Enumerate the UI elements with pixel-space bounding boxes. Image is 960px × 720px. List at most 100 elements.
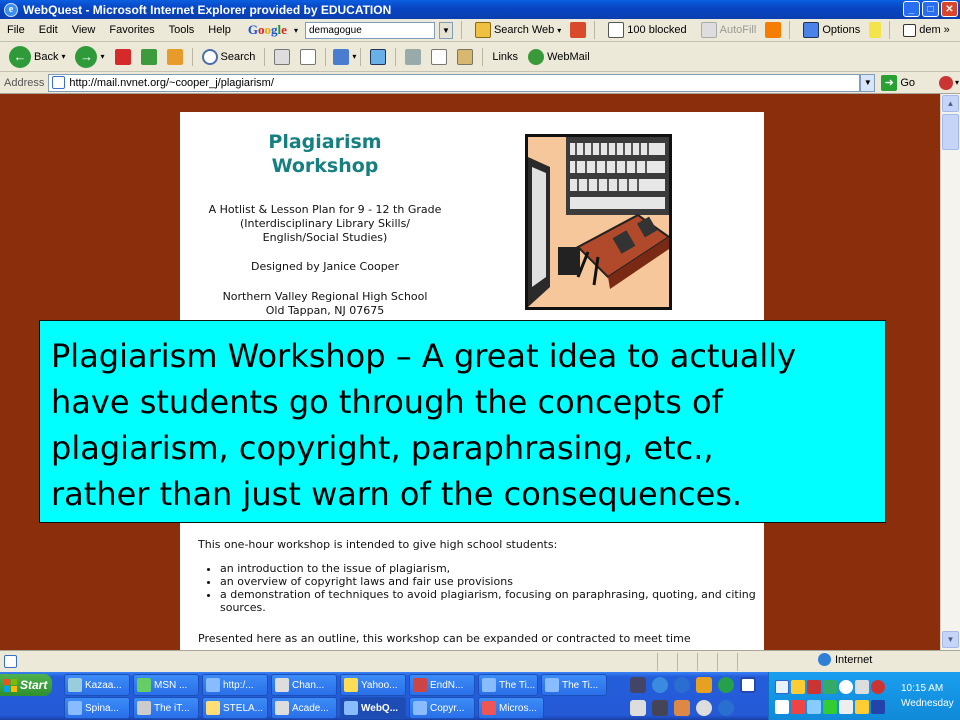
menu-tools[interactable]: Tools	[162, 24, 202, 36]
tray-icon[interactable]	[823, 680, 837, 694]
taskbar-item-micros[interactable]: Micros...	[478, 697, 544, 719]
taskbar-item-the-times-2[interactable]: The Ti...	[541, 674, 607, 696]
caption-line: Plagiarism Workshop – A great idea to ac…	[51, 337, 797, 375]
autofill-button[interactable]: AutoFill	[696, 22, 762, 38]
clock-time: 10:15 AM	[901, 683, 944, 694]
quick-launch-icon[interactable]	[718, 677, 734, 693]
tray-icon[interactable]	[823, 700, 837, 714]
toolbar-overflow-icon[interactable]: »	[944, 24, 950, 36]
quick-launch-icon[interactable]	[696, 700, 712, 716]
tray-icon[interactable]	[791, 700, 805, 714]
quick-launch-icon[interactable]	[674, 677, 690, 693]
go-button[interactable]: ➜ Go	[881, 74, 915, 91]
vertical-scrollbar[interactable]: ▲ ▼	[940, 94, 960, 650]
taskbar-item-msn[interactable]: MSN ...	[133, 674, 199, 696]
menu-help[interactable]: Help	[201, 24, 238, 36]
taskbar-item-stela[interactable]: STELA...	[202, 697, 268, 719]
copy-icon[interactable]	[431, 48, 448, 65]
quick-launch-icon[interactable]	[630, 677, 646, 693]
quick-launch-icon[interactable]	[718, 700, 734, 716]
google-logo[interactable]: Google	[248, 22, 287, 38]
links-label: Links	[492, 50, 519, 63]
quick-launch-icon[interactable]	[630, 700, 646, 716]
quick-launch-icon[interactable]	[674, 700, 690, 716]
webmail-link[interactable]: WebMail	[523, 48, 595, 65]
page-outro: Presented here as an outline, this works…	[198, 632, 691, 645]
menu-file[interactable]: File	[0, 24, 32, 36]
tray-icon[interactable]	[807, 700, 821, 714]
menu-favorites[interactable]: Favorites	[102, 24, 161, 36]
window-icon[interactable]	[370, 48, 387, 65]
taskbar-item-copyright[interactable]: Copyr...	[409, 697, 475, 719]
taskbar-item-yahoo[interactable]: Yahoo...	[340, 674, 406, 696]
quick-launch-icon[interactable]	[652, 677, 668, 693]
address-dropdown-icon[interactable]: ▼	[860, 73, 876, 92]
chevron-down-icon[interactable]: ▾	[352, 52, 356, 61]
clock[interactable]: 10:15 AM Wednesday	[901, 681, 954, 711]
blogger-icon[interactable]	[765, 22, 782, 38]
print-preview-icon[interactable]	[300, 48, 317, 65]
taskbar-item-kazaa[interactable]: Kazaa...	[64, 674, 130, 696]
menu-edit[interactable]: Edit	[32, 24, 65, 36]
links-button[interactable]: Links	[487, 51, 523, 63]
search-button[interactable]: Search	[197, 48, 261, 65]
google-menu-arrow-icon[interactable]: ▾	[291, 22, 301, 39]
highlighter-icon[interactable]	[869, 22, 882, 38]
tray-icon[interactable]	[871, 680, 885, 694]
tray-icon[interactable]	[855, 680, 869, 694]
autofill-label: AutoFill	[719, 24, 757, 36]
close-button[interactable]: ✕	[941, 1, 958, 17]
scrollbar-thumb[interactable]	[942, 114, 959, 150]
taskbar-item-endnote[interactable]: EndN...	[409, 674, 475, 696]
stop-icon[interactable]	[114, 48, 131, 65]
school-line: Northern Valley Regional High School	[222, 290, 428, 303]
quick-launch-icon[interactable]	[652, 700, 668, 716]
taskbar-item-http[interactable]: http:/...	[202, 674, 268, 696]
taskbar-item-chan[interactable]: Chan...	[271, 674, 337, 696]
edit-icon[interactable]	[333, 48, 350, 65]
page-title: Plagiarism Workshop	[180, 130, 470, 178]
taskbar-item-the-it[interactable]: The iT...	[133, 697, 199, 719]
tray-icon[interactable]	[775, 680, 789, 694]
options-button[interactable]: Options	[798, 22, 865, 38]
maximize-button[interactable]: □	[922, 1, 939, 17]
popup-blocker-button[interactable]: 100 blocked	[603, 22, 691, 38]
tray-icon[interactable]	[807, 680, 821, 694]
find-term-button[interactable]: dem »	[898, 23, 955, 37]
paste-icon[interactable]	[457, 48, 474, 65]
forward-button[interactable]: → ▾	[70, 45, 109, 68]
tray-icon[interactable]	[871, 700, 885, 714]
google-search-dropdown-icon[interactable]: ▼	[438, 21, 453, 39]
address-label: Address	[4, 76, 45, 89]
search-web-button[interactable]: Search Web ▾	[470, 22, 566, 38]
tray-icon[interactable]	[839, 700, 853, 714]
tray-icon[interactable]	[839, 680, 853, 694]
tray-icon[interactable]	[855, 700, 869, 714]
address-bar: Address http://mail.nvnet.org/~cooper_j/…	[0, 72, 960, 94]
tray-icon[interactable]	[791, 680, 805, 694]
news-icon[interactable]	[570, 22, 587, 38]
address-input[interactable]: http://mail.nvnet.org/~cooper_j/plagiari…	[48, 73, 861, 92]
binoculars-icon	[474, 22, 491, 38]
taskbar-item-spina[interactable]: Spina...	[64, 697, 130, 719]
cut-icon[interactable]	[405, 48, 422, 65]
refresh-icon[interactable]	[140, 48, 157, 65]
print-icon[interactable]	[274, 48, 291, 65]
tray-icon[interactable]	[775, 700, 789, 714]
back-button[interactable]: ← Back ▾	[4, 45, 70, 68]
chevron-down-icon[interactable]: ▾	[955, 78, 959, 87]
quick-launch-icon[interactable]	[740, 677, 756, 693]
quick-launch-icon[interactable]	[696, 677, 712, 693]
scroll-down-icon[interactable]: ▼	[942, 631, 959, 648]
taskbar-item-webquest[interactable]: WebQ...	[340, 697, 406, 719]
taskbar-item-the-times-1[interactable]: The Ti...	[478, 674, 538, 696]
taskbar-item-acade[interactable]: Acade...	[271, 697, 337, 719]
google-search-input[interactable]: demagogue	[304, 21, 435, 39]
system-tray: 10:15 AM Wednesday	[768, 672, 960, 720]
toolbar-extension-icon[interactable]	[939, 75, 954, 90]
start-button[interactable]: Start	[0, 674, 52, 696]
menu-view[interactable]: View	[65, 24, 103, 36]
scroll-up-icon[interactable]: ▲	[942, 95, 959, 112]
minimize-button[interactable]: _	[903, 1, 920, 17]
home-icon[interactable]	[166, 48, 183, 65]
